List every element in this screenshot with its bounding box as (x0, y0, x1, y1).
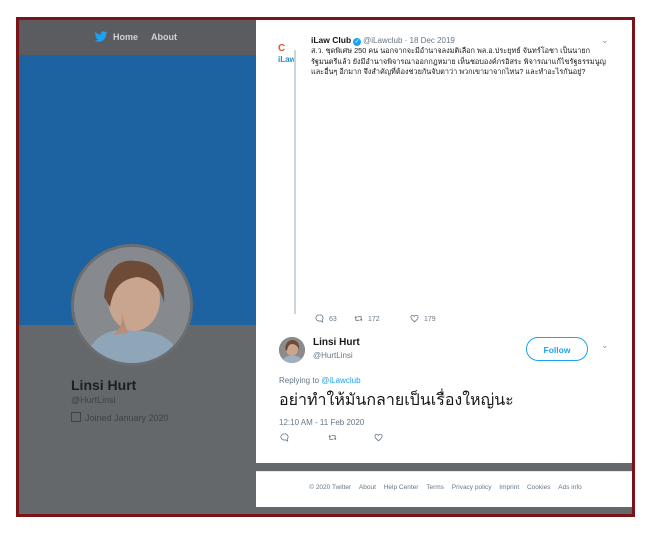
follow-button[interactable]: Follow (526, 337, 588, 361)
reply-action[interactable]: 63 (315, 314, 337, 323)
reply-action-2[interactable] (280, 433, 294, 442)
ilaw-logo-letter: C (278, 43, 286, 54)
chevron-down-icon[interactable]: ⌄ (601, 35, 609, 46)
quoted-author-name[interactable]: iLaw Club (311, 35, 351, 45)
reply-timestamp[interactable]: 12:10 AM - 11 Feb 2020 (279, 418, 364, 427)
footer-link-ads[interactable]: Ads info (558, 484, 582, 491)
reply-author-handle[interactable]: @HurtLinsi (313, 351, 353, 360)
profile-name: Linsi Hurt (71, 377, 137, 393)
footer-link-help[interactable]: Help Center (384, 484, 419, 491)
replying-prefix: Replying to (279, 376, 320, 385)
quoted-author-handle[interactable]: @iLawclub (363, 36, 402, 45)
footer-link-about[interactable]: About (359, 484, 376, 491)
nav-about[interactable]: About (151, 32, 177, 42)
heart-icon (410, 314, 419, 323)
ilaw-avatar[interactable]: CiLaw (278, 38, 304, 64)
like-count: 179 (424, 316, 436, 323)
replying-handle-link[interactable]: @iLawclub (321, 376, 360, 385)
reply-count: 63 (329, 316, 337, 323)
thread-line (294, 50, 296, 314)
quoted-tweet-date[interactable]: 18 Dec 2019 (410, 36, 455, 45)
twitter-bird-icon[interactable] (94, 31, 108, 43)
footer-link-terms[interactable]: Terms (426, 484, 444, 491)
tweet-card: CiLaw iLaw Club ✓ @iLawclub · 18 Dec 2019 … (256, 20, 632, 463)
like-action[interactable]: 179 (410, 314, 436, 323)
footer-links: © 2020 Twitter About Help Center Terms P… (256, 484, 632, 491)
nav-home[interactable]: Home (113, 32, 138, 42)
heart-icon (374, 433, 383, 442)
ilaw-logo-text: iLaw (278, 55, 296, 64)
reply-icon (280, 433, 289, 442)
calendar-icon (71, 412, 81, 422)
retweet-count: 172 (368, 316, 380, 323)
retweet-action-2[interactable] (328, 433, 342, 442)
retweet-icon (328, 433, 337, 441)
verified-icon: ✓ (353, 38, 362, 46)
profile-handle: @HurtLinsi (71, 395, 116, 405)
footer-link-privacy[interactable]: Privacy policy (452, 484, 492, 491)
reply-tweet-text: อย่าทำให้มันกลายเป็นเรื่องใหญ่นะ (279, 392, 514, 409)
reply-icon (315, 314, 324, 323)
like-action-2[interactable] (374, 433, 388, 442)
quoted-tweet-header: iLaw Club ✓ @iLawclub · 18 Dec 2019 (311, 35, 455, 46)
retweet-icon (354, 314, 363, 322)
reply-author-avatar[interactable] (279, 337, 305, 363)
profile-avatar[interactable] (71, 244, 193, 366)
reply-author-name[interactable]: Linsi Hurt (313, 337, 360, 348)
footer-link-imprint[interactable]: Imprint (499, 484, 519, 491)
footer-link-cookies[interactable]: Cookies (527, 484, 550, 491)
chevron-down-icon[interactable]: ⌄ (601, 340, 609, 351)
profile-joined: Joined January 2020 (71, 412, 169, 423)
footer-copyright: © 2020 Twitter (309, 484, 352, 491)
joined-date-text: Joined January 2020 (85, 413, 169, 423)
replying-to: Replying to @iLawclub (279, 376, 361, 385)
retweet-action[interactable]: 172 (354, 314, 380, 323)
screenshot-frame: Home About Linsi Hurt @HurtLinsi Joined … (16, 17, 635, 517)
page-footer: © 2020 Twitter About Help Center Terms P… (256, 471, 632, 507)
quoted-tweet-text: ส.ว. ชุดพิเศษ 250 คน นอกจากจะมีอำนาจลงมต… (311, 46, 606, 76)
